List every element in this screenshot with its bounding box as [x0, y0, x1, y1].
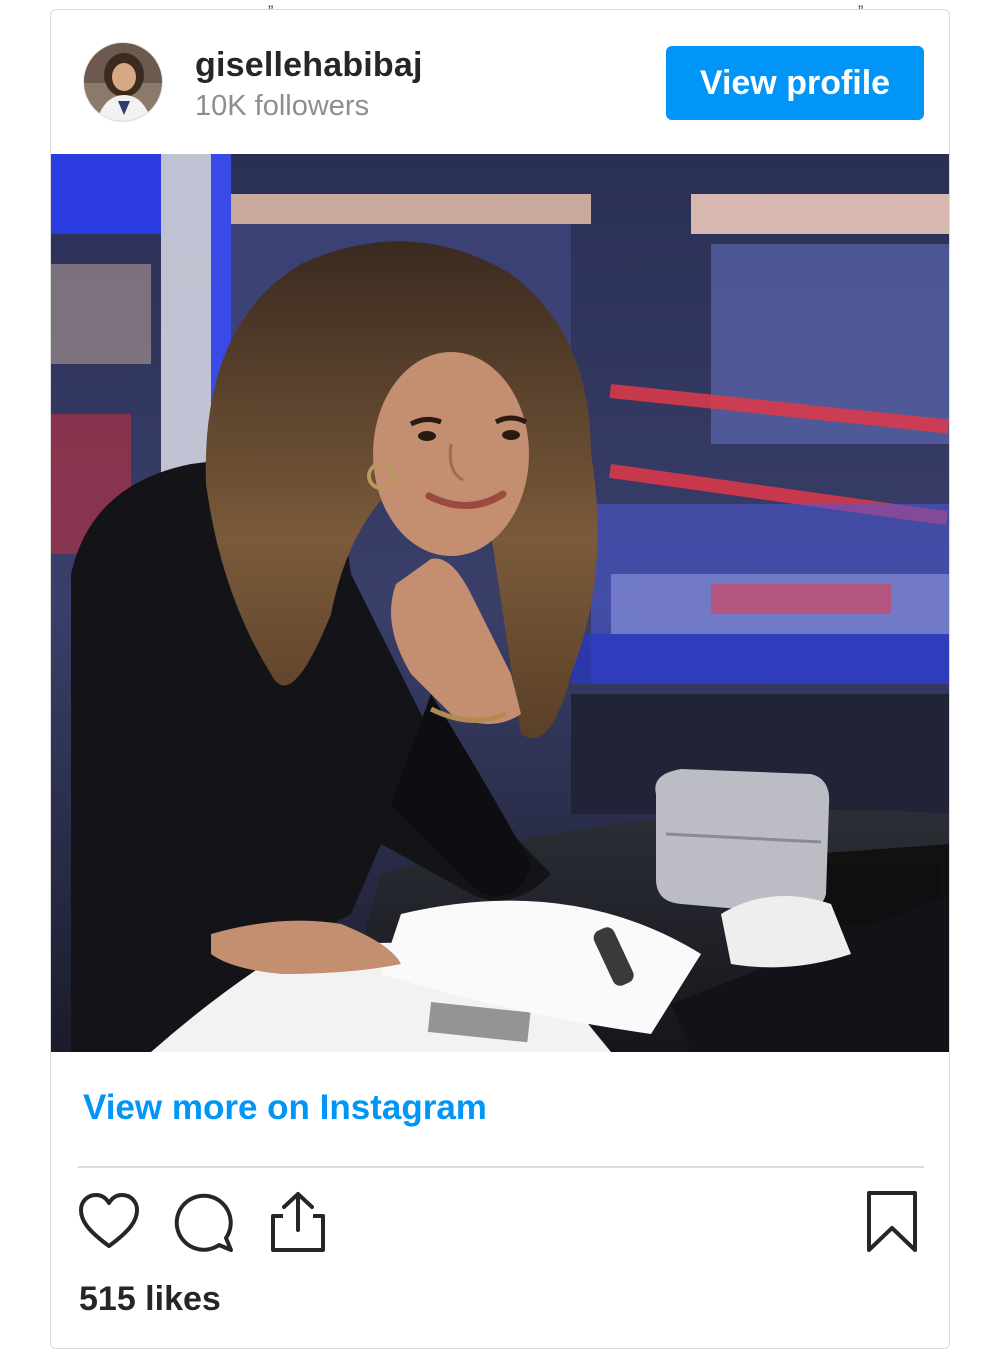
divider — [78, 1166, 924, 1168]
view-profile-button[interactable]: View profile — [666, 46, 924, 120]
bookmark-icon[interactable] — [865, 1190, 919, 1254]
view-more-link[interactable]: View more on Instagram — [83, 1088, 487, 1128]
post-photo-illustration — [51, 154, 949, 1052]
follower-count: 10K followers — [195, 90, 370, 122]
post-photo[interactable] — [51, 154, 949, 1052]
top-quote-marks: „ „ — [268, 0, 864, 11]
heart-icon[interactable] — [77, 1192, 141, 1250]
instagram-embed-card: gisellehabibaj 10K followers View profil… — [50, 9, 950, 1349]
like-count: 515 likes — [79, 1280, 221, 1318]
post-header: gisellehabibaj 10K followers View profil… — [51, 10, 949, 154]
username[interactable]: gisellehabibaj — [195, 46, 423, 85]
share-icon[interactable] — [269, 1190, 327, 1254]
avatar[interactable] — [83, 42, 163, 122]
comment-icon[interactable] — [173, 1192, 235, 1254]
